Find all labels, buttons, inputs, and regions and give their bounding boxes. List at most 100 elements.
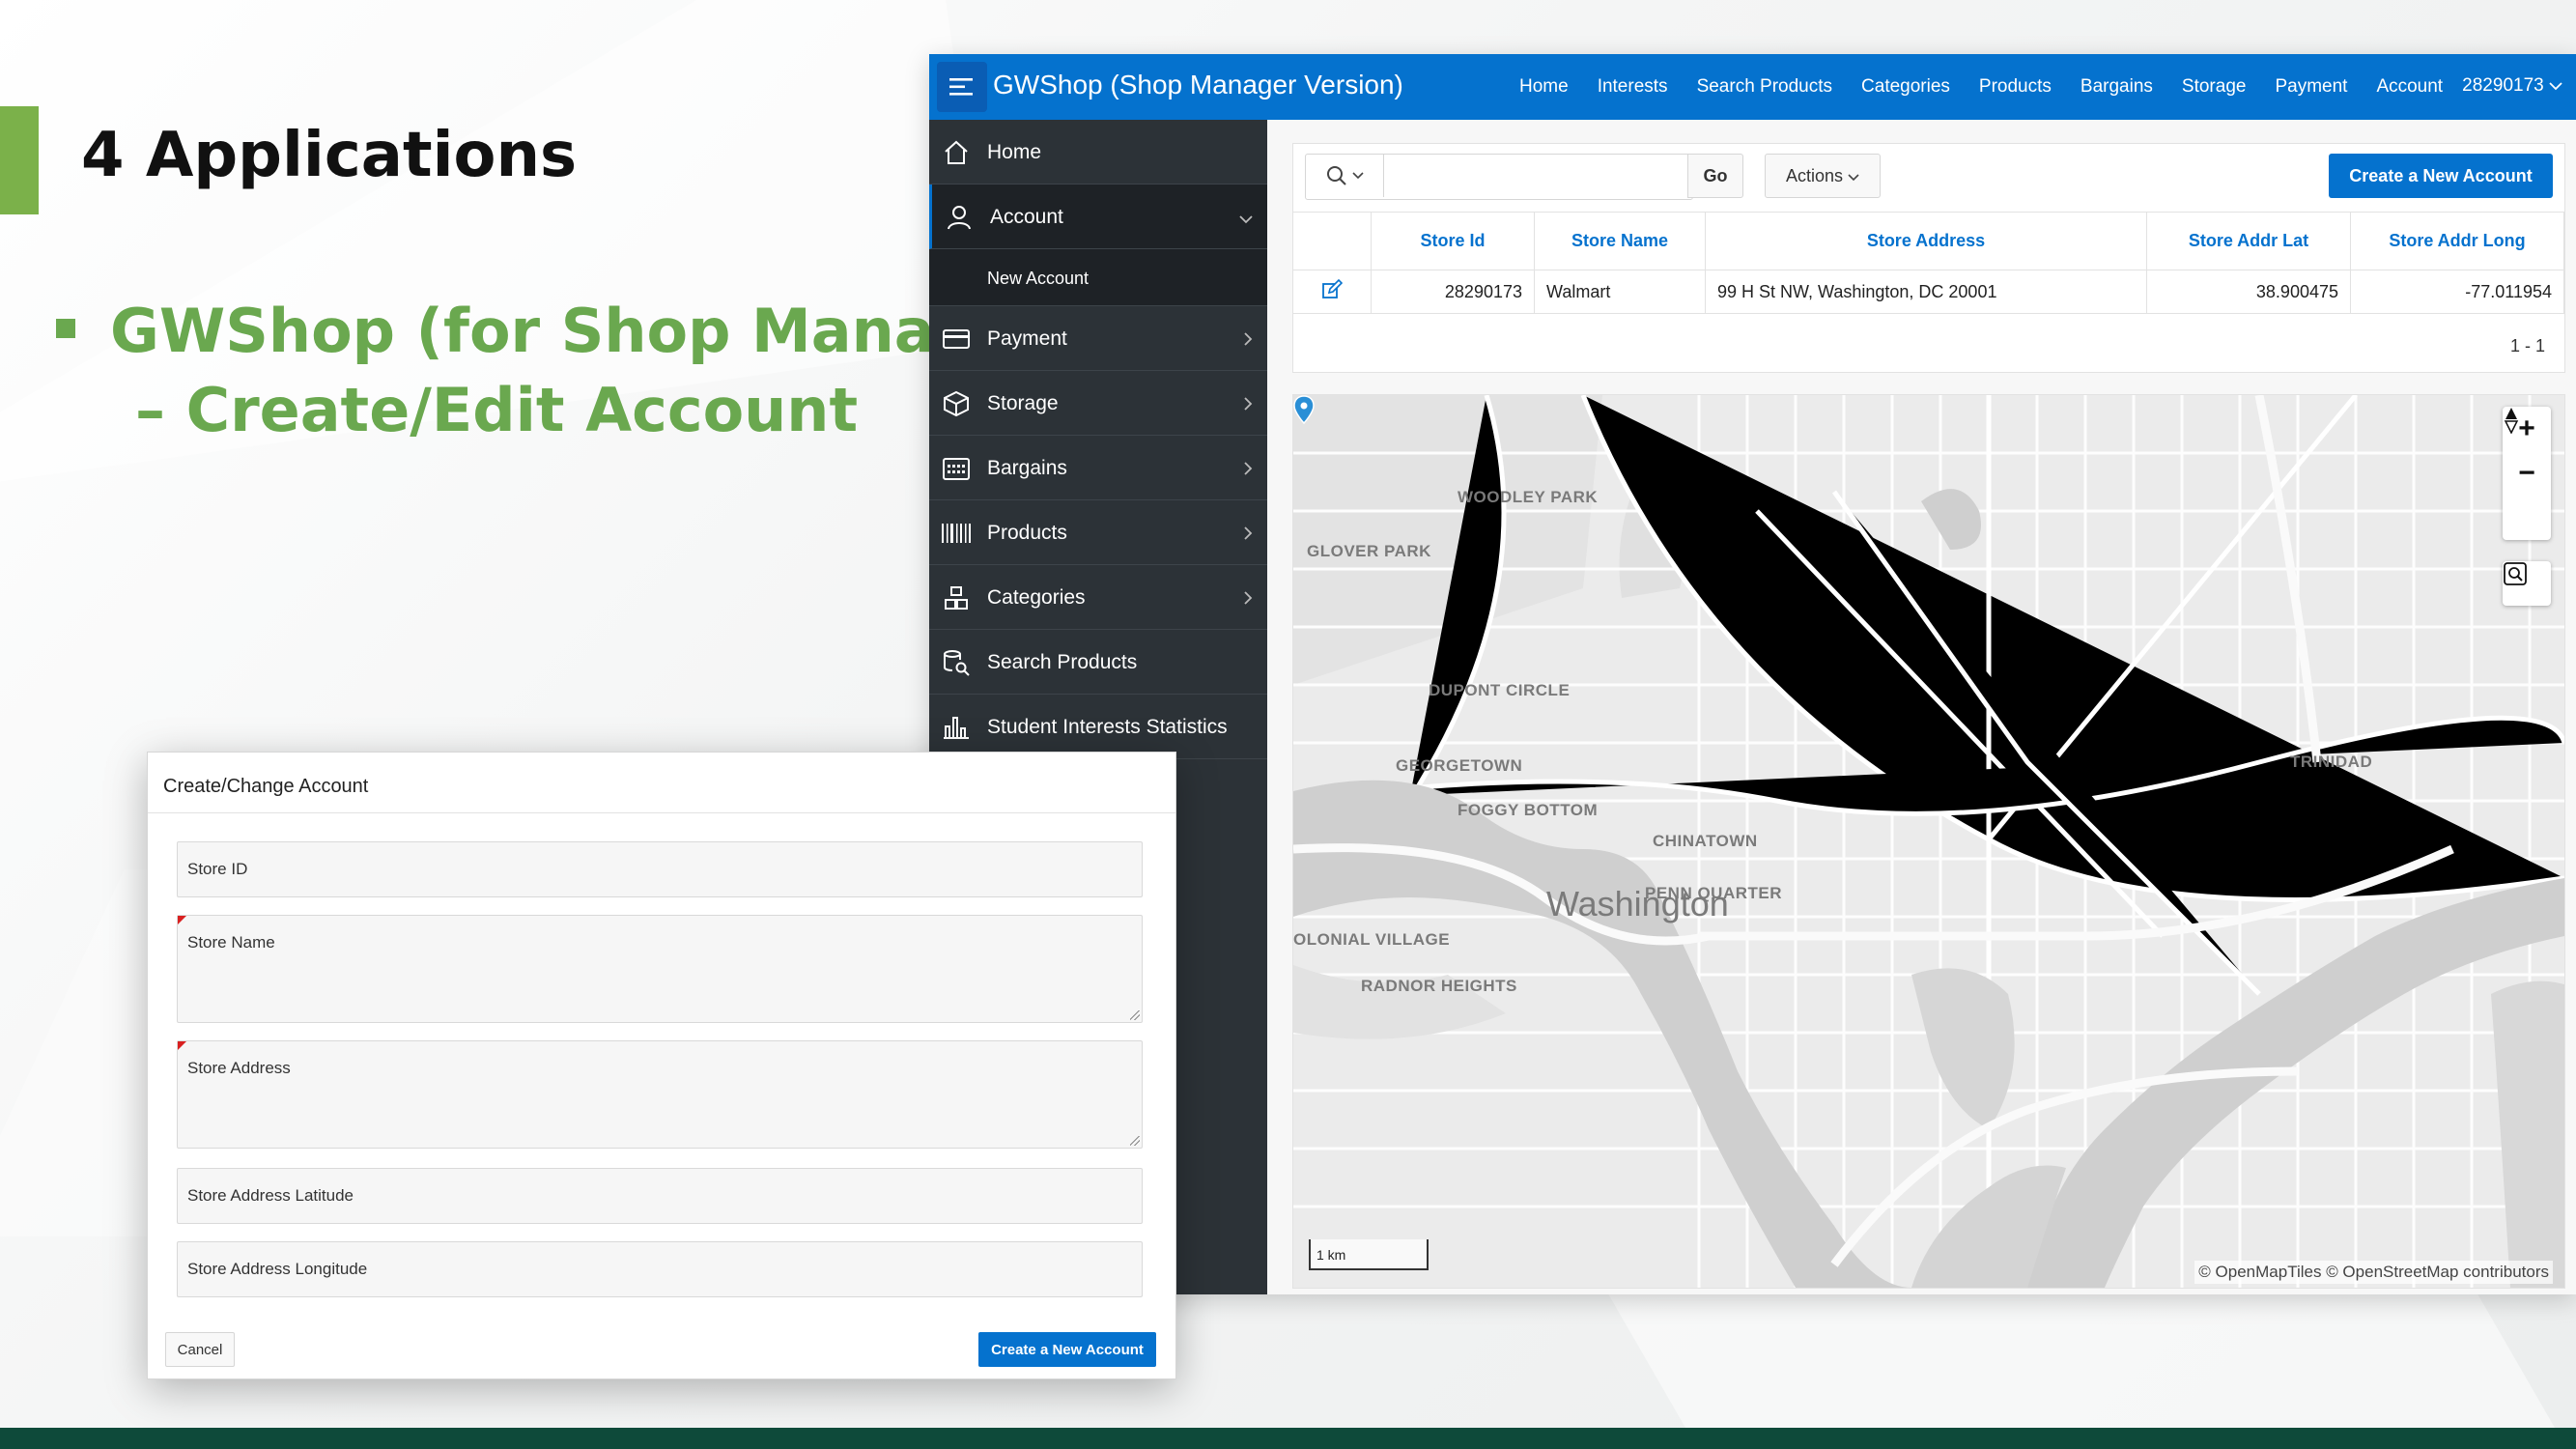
column-header-store-addr-lat[interactable]: Store Addr Lat bbox=[2146, 212, 2351, 270]
sidebar-item-categories[interactable]: Categories bbox=[929, 565, 1267, 630]
sidebar-item-label: Payment bbox=[987, 327, 1067, 350]
go-button[interactable]: Go bbox=[1687, 154, 1743, 198]
chevron-down-icon bbox=[1352, 172, 1364, 180]
topnav-search-products[interactable]: Search Products bbox=[1683, 76, 1847, 98]
map-label-washington: Washington bbox=[1546, 884, 1729, 923]
sidebar-item-label: Bargains bbox=[987, 457, 1067, 479]
topnav-categories[interactable]: Categories bbox=[1847, 76, 1965, 98]
app-header: GWShop (Shop Manager Version) Home Inter… bbox=[929, 54, 2576, 120]
resize-handle[interactable] bbox=[1130, 1010, 1140, 1020]
bullet-square-icon bbox=[56, 319, 75, 338]
user-id: 28290173 bbox=[2462, 75, 2544, 96]
sidebar-item-label: Account bbox=[990, 206, 1063, 228]
zoom-control: + − bbox=[2503, 407, 2551, 540]
sidebar-item-bargains[interactable]: Bargains bbox=[929, 436, 1267, 500]
cell-store-lat: 38.900475 bbox=[2146, 270, 2351, 314]
top-navigation: Home Interests Search Products Categorie… bbox=[1505, 54, 2457, 120]
sidebar-item-label: Storage bbox=[987, 392, 1059, 414]
chevron-right-icon[interactable] bbox=[1242, 329, 1254, 353]
scale-label: 1 km bbox=[1316, 1247, 1346, 1263]
barcode-icon bbox=[941, 518, 972, 549]
chevron-down-icon[interactable] bbox=[1238, 208, 1254, 231]
map-scale-bar: 1 km bbox=[1309, 1239, 1429, 1270]
sidebar-item-account[interactable]: Account bbox=[929, 185, 1267, 249]
topnav-products[interactable]: Products bbox=[1965, 76, 2066, 98]
create-change-account-dialog: Create/Change Account Store ID Store Nam… bbox=[147, 752, 1176, 1379]
edit-column-header bbox=[1293, 212, 1372, 270]
actions-menu-button[interactable]: Actions bbox=[1765, 154, 1881, 198]
field-label: Store Address bbox=[187, 1059, 291, 1077]
menu-toggle-button[interactable] bbox=[937, 62, 987, 112]
search-input[interactable] bbox=[1385, 156, 1679, 197]
app-title[interactable]: GWShop (Shop Manager Version) bbox=[993, 70, 1403, 100]
accounts-table: Store Id Store Name Store Address Store … bbox=[1293, 212, 2564, 314]
cancel-button[interactable]: Cancel bbox=[165, 1332, 235, 1367]
map-label-colonial-village: OLONIAL VILLAGE bbox=[1293, 930, 1451, 949]
user-icon bbox=[944, 202, 975, 233]
topnav-bargains[interactable]: Bargains bbox=[2066, 76, 2167, 98]
column-header-store-address[interactable]: Store Address bbox=[1705, 212, 2147, 270]
chevron-down-icon bbox=[1848, 173, 1859, 181]
column-header-store-id[interactable]: Store Id bbox=[1371, 212, 1535, 270]
topnav-payment[interactable]: Payment bbox=[2260, 76, 2362, 98]
column-header-store-addr-long[interactable]: Store Addr Long bbox=[2350, 212, 2564, 270]
topnav-interests[interactable]: Interests bbox=[1583, 76, 1683, 98]
sidebar-item-home[interactable]: Home bbox=[929, 120, 1267, 185]
sidebar-item-label: Categories bbox=[987, 586, 1086, 609]
pagination-info: 1 - 1 bbox=[2509, 336, 2545, 355]
search-column-button[interactable] bbox=[1306, 155, 1384, 197]
field-label: Store Name bbox=[187, 933, 275, 952]
store-map[interactable]: WOODLEY PARK GLOVER PARK DUPONT CIRCLE G… bbox=[1292, 394, 2565, 1289]
store-address-field[interactable]: Store Address bbox=[177, 1040, 1143, 1149]
sidebar-item-search-products[interactable]: Search Products bbox=[929, 630, 1267, 695]
user-menu[interactable]: 28290173 bbox=[2462, 75, 2562, 97]
store-name-field[interactable]: Store Name bbox=[177, 915, 1143, 1023]
create-account-button[interactable]: Create a New Account bbox=[2329, 154, 2553, 198]
chevron-right-icon[interactable] bbox=[1242, 588, 1254, 611]
locate-icon bbox=[2504, 562, 2527, 585]
chevron-right-icon[interactable] bbox=[1242, 394, 1254, 417]
field-label: Store ID bbox=[187, 860, 248, 878]
chevron-right-icon[interactable] bbox=[1242, 459, 1254, 482]
zoom-out-button[interactable]: − bbox=[2503, 451, 2551, 496]
dialog-divider bbox=[148, 812, 1175, 813]
map-canvas bbox=[1293, 395, 2564, 1288]
report-toolbar: Go Actions Create a New Account bbox=[1293, 144, 2564, 213]
map-attribution[interactable]: © OpenMapTiles © OpenStreetMap contribut… bbox=[2194, 1261, 2553, 1284]
store-id-field[interactable]: Store ID bbox=[177, 841, 1143, 897]
reset-bearing-button[interactable] bbox=[2503, 408, 2551, 540]
map-label-trinidad: TRINIDAD bbox=[2290, 753, 2373, 771]
chevron-right-icon[interactable] bbox=[1242, 524, 1254, 547]
credit-card-icon bbox=[941, 324, 972, 355]
search-box bbox=[1305, 154, 1693, 200]
title-accent-bar bbox=[0, 106, 39, 214]
locate-button[interactable] bbox=[2503, 561, 2551, 606]
sidebar-item-payment[interactable]: Payment bbox=[929, 306, 1267, 371]
sidebar-item-student-interests-statistics[interactable]: Student Interests Statistics bbox=[929, 695, 1267, 759]
calendar-icon bbox=[941, 453, 972, 484]
topnav-home[interactable]: Home bbox=[1505, 76, 1583, 98]
slide-title: 4 Applications bbox=[81, 120, 578, 191]
store-address-latitude-field[interactable]: Store Address Latitude bbox=[177, 1168, 1143, 1224]
bullet-line-2: – Create/Edit Account bbox=[135, 375, 859, 445]
map-pin-icon[interactable] bbox=[1293, 395, 1315, 424]
topnav-storage[interactable]: Storage bbox=[2167, 76, 2261, 98]
map-label-woodley-park: WOODLEY PARK bbox=[1458, 488, 1599, 506]
sidebar-item-label: Home bbox=[987, 141, 1042, 163]
column-header-store-name[interactable]: Store Name bbox=[1534, 212, 1706, 270]
edit-row-button[interactable] bbox=[1293, 270, 1372, 314]
cell-store-address: 99 H St NW, Washington, DC 20001 bbox=[1705, 270, 2147, 314]
dialog-create-account-button[interactable]: Create a New Account bbox=[978, 1332, 1156, 1367]
home-icon bbox=[941, 137, 972, 168]
map-label-glover-park: GLOVER PARK bbox=[1307, 542, 1431, 560]
sidebar-subitem-new-account[interactable]: New Account bbox=[929, 249, 1267, 306]
store-address-longitude-field[interactable]: Store Address Longitude bbox=[177, 1241, 1143, 1297]
sidebar-item-products[interactable]: Products bbox=[929, 500, 1267, 565]
resize-handle[interactable] bbox=[1130, 1136, 1140, 1146]
sidebar-item-label: Student Interests Statistics bbox=[987, 716, 1228, 738]
sidebar-item-label: Products bbox=[987, 522, 1067, 544]
topnav-account[interactable]: Account bbox=[2362, 76, 2457, 98]
table-row: 28290173 Walmart 99 H St NW, Washington,… bbox=[1293, 270, 2564, 314]
sidebar-item-storage[interactable]: Storage bbox=[929, 371, 1267, 436]
search-icon bbox=[1327, 166, 1346, 185]
